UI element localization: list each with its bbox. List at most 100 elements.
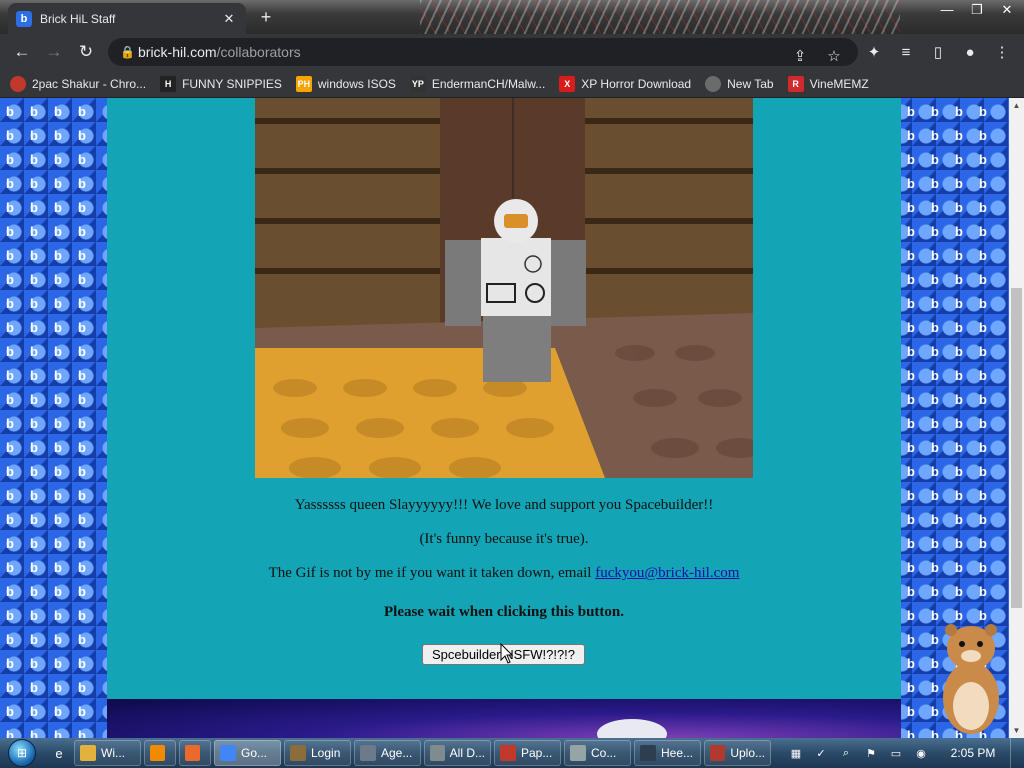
background-tile-glyph: b xyxy=(931,224,939,239)
share-icon[interactable]: ⇪ xyxy=(786,42,814,70)
scrollbar-thumb[interactable] xyxy=(1011,288,1022,608)
taskbar-item[interactable]: Wi... xyxy=(74,740,141,766)
bookmark-star-icon[interactable]: ☆ xyxy=(820,42,848,70)
taskbar-item[interactable]: Co... xyxy=(564,740,631,766)
background-tile-glyph: b xyxy=(931,368,939,383)
bookmark-item[interactable]: New Tab xyxy=(705,75,774,92)
tray-flag-icon[interactable]: ⚑ xyxy=(861,743,881,763)
tray-display-icon[interactable]: ▭ xyxy=(886,743,906,763)
tray-tools-icon[interactable]: ✓ xyxy=(811,743,831,763)
bookmark-item[interactable]: 2pac Shakur - Chro... xyxy=(10,75,146,92)
background-tile-glyph: b xyxy=(30,176,38,191)
bookmark-item[interactable]: H FUNNY SNIPPIES xyxy=(160,75,282,92)
window-close-button[interactable]: ✕ xyxy=(992,0,1022,22)
scroll-up-arrow-icon[interactable]: ▲ xyxy=(1009,98,1024,113)
background-tile-glyph: b xyxy=(931,416,939,431)
new-tab-button[interactable]: + xyxy=(254,7,278,29)
extensions-icon[interactable]: ✦ xyxy=(860,38,888,66)
reload-icon[interactable]: ↻ xyxy=(70,36,102,68)
browser-tab[interactable]: b Brick HiL Staff ✕ xyxy=(8,3,246,34)
forward-arrow-icon[interactable]: → xyxy=(38,36,70,68)
taskbar-item[interactable]: Hee... xyxy=(634,740,701,766)
background-tile-glyph: b xyxy=(955,584,963,599)
window-minimize-button[interactable]: — xyxy=(932,0,962,22)
bookmark-label: XP Horror Download xyxy=(581,76,692,91)
config-icon xyxy=(570,745,586,761)
background-tile-glyph: b xyxy=(6,152,14,167)
start-button[interactable]: ⊞ xyxy=(0,738,44,768)
taskbar-item[interactable] xyxy=(144,740,176,766)
background-tile-glyph: b xyxy=(54,656,62,671)
background-tile-glyph: b xyxy=(6,464,14,479)
page-viewport[interactable]: bbbbbbbbbbbbbbbbbbbbbbbbbbbbbbbbbbbbbbbb… xyxy=(0,98,1009,738)
background-tile-glyph: b xyxy=(6,344,14,359)
background-tile-glyph: b xyxy=(54,584,62,599)
background-tile-glyph: b xyxy=(54,728,62,738)
background-tile-glyph: b xyxy=(30,392,38,407)
back-arrow-icon[interactable]: ← xyxy=(6,36,38,68)
background-tile-glyph: b xyxy=(955,248,963,263)
background-tile-glyph: b xyxy=(907,200,915,215)
bookmark-item[interactable]: X XP Horror Download xyxy=(559,75,692,92)
background-tile-glyph: b xyxy=(955,440,963,455)
side-panel-icon[interactable]: ▯ xyxy=(924,38,952,66)
email-link[interactable]: fuckyou@brick-hil.com xyxy=(595,565,739,581)
background-tile-glyph: b xyxy=(54,296,62,311)
taskbar-item[interactable]: Pap... xyxy=(494,740,561,766)
bookmark-item[interactable]: YP EndermanCH/Malw... xyxy=(409,75,545,92)
character-gif xyxy=(255,98,753,478)
newtab-icon xyxy=(705,75,722,92)
background-tile-glyph: b xyxy=(955,560,963,575)
lock-icon[interactable]: 🔒 xyxy=(120,45,138,59)
address-bar[interactable]: 🔒 brick-hil.com/collaborators ⇪ ☆ xyxy=(108,38,858,66)
taskbar-item[interactable]: Age... xyxy=(354,740,421,766)
tab-strip: b Brick HiL Staff ✕ + — ❐ ✕ xyxy=(0,0,1024,34)
background-tile-glyph: b xyxy=(54,680,62,695)
background-tile-glyph: b xyxy=(6,296,14,311)
background-tile-glyph: b xyxy=(78,272,86,287)
background-tile-glyph: b xyxy=(907,656,915,671)
window-restore-button[interactable]: ❐ xyxy=(962,0,992,22)
taskbar-item[interactable] xyxy=(179,740,211,766)
space-banner-image xyxy=(107,699,901,738)
background-tile-glyph: b xyxy=(30,440,38,455)
taskbar-item[interactable]: All D... xyxy=(424,740,491,766)
taskbar-item[interactable]: Go... xyxy=(214,740,281,766)
background-tile-glyph: b xyxy=(931,152,939,167)
background-tile-glyph: b xyxy=(54,512,62,527)
background-tile-glyph: b xyxy=(907,488,915,503)
internet-explorer-icon[interactable]: e xyxy=(44,740,74,766)
scroll-down-arrow-icon[interactable]: ▼ xyxy=(1009,723,1024,738)
tray-search-icon[interactable]: ⌕ xyxy=(836,743,856,763)
background-tile-glyph: b xyxy=(78,728,86,738)
paper-icon xyxy=(500,745,516,761)
taskbar-item[interactable]: Login xyxy=(284,740,351,766)
background-tile-glyph: b xyxy=(30,416,38,431)
background-tile-glyph: b xyxy=(955,152,963,167)
background-tile-glyph: b xyxy=(907,152,915,167)
tab-close-icon[interactable]: ✕ xyxy=(220,11,238,27)
taskbar-item-label: Co... xyxy=(591,746,617,760)
background-tile-glyph: b xyxy=(979,128,987,143)
background-tile-glyph: b xyxy=(78,224,86,239)
background-tile-glyph: b xyxy=(78,488,86,503)
taskbar-item[interactable]: Uplo... xyxy=(704,740,771,766)
background-tile-glyph: b xyxy=(955,416,963,431)
background-tile-glyph: b xyxy=(955,224,963,239)
tray-volume-icon[interactable]: ◉ xyxy=(911,743,931,763)
page-scrollbar[interactable]: ▲ ▼ xyxy=(1009,98,1024,738)
menu-kebab-icon[interactable]: ⋮ xyxy=(988,38,1016,66)
background-tile-glyph: b xyxy=(54,272,62,287)
media-queue-icon[interactable]: ≡ xyxy=(892,38,920,66)
background-tile-glyph: b xyxy=(6,368,14,383)
bookmark-item[interactable]: PH windows ISOS xyxy=(295,75,396,92)
background-tile-glyph: b xyxy=(979,344,987,359)
background-tile-glyph: b xyxy=(907,560,915,575)
background-tile-glyph: b xyxy=(78,536,86,551)
clock[interactable]: 2:05 PM xyxy=(936,746,1010,760)
profile-avatar-icon[interactable]: ● xyxy=(956,38,984,66)
background-tile-glyph: b xyxy=(6,560,14,575)
show-desktop-button[interactable] xyxy=(1010,738,1024,768)
bookmark-item[interactable]: R VineMEMZ xyxy=(787,75,869,92)
tray-app-icon[interactable]: ▦ xyxy=(786,743,806,763)
